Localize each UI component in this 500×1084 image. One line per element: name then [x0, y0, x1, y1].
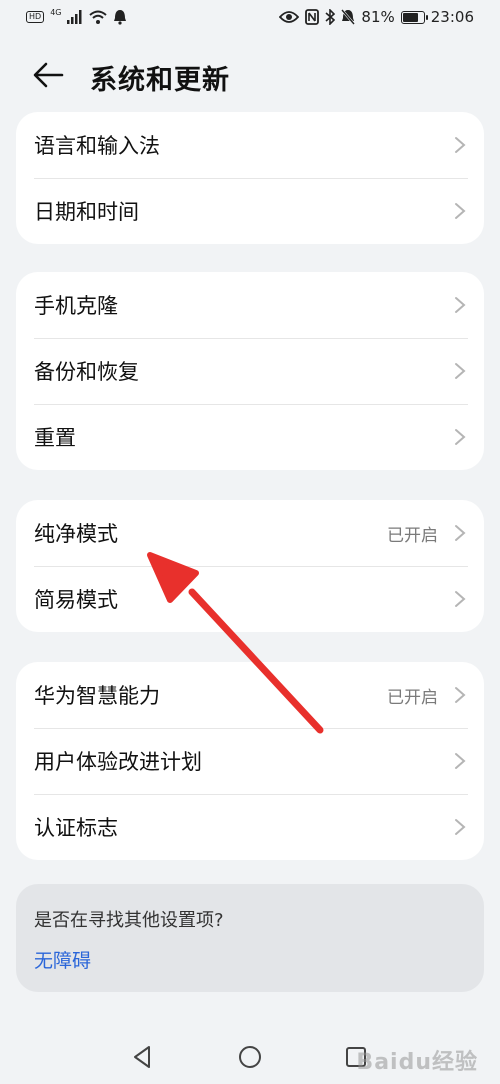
- row-label: 备份和恢复: [34, 360, 139, 384]
- chevron-right-icon: [455, 297, 466, 313]
- settings-row-pure-mode[interactable]: 纯净模式 已开启: [16, 500, 484, 566]
- settings-row-user-experience[interactable]: 用户体验改进计划: [16, 728, 484, 794]
- chevron-right-icon: [455, 819, 466, 835]
- settings-row-reset[interactable]: 重置: [16, 404, 484, 470]
- row-label: 简易模式: [34, 588, 118, 612]
- mute-bell-icon: [341, 9, 356, 25]
- chevron-right-icon: [455, 137, 466, 153]
- notification-icon: [114, 10, 127, 25]
- suggestion-question: 是否在寻找其他设置项?: [34, 910, 224, 931]
- status-value: 已开启: [387, 525, 438, 546]
- settings-group-modes: 纯净模式 已开启 简易模式: [16, 500, 484, 632]
- row-label: 手机克隆: [34, 294, 118, 318]
- settings-row-backup-restore[interactable]: 备份和恢复: [16, 338, 484, 404]
- chevron-right-icon: [455, 363, 466, 379]
- chevron-right-icon: [455, 525, 466, 541]
- battery-icon: [400, 10, 428, 24]
- back-triangle-icon[interactable]: [128, 1042, 158, 1072]
- clock: 23:06: [430, 8, 474, 26]
- suggestion-card: 是否在寻找其他设置项? 无障碍: [16, 884, 484, 992]
- status-right: 81% 23:06: [279, 8, 474, 26]
- settings-row-language-input[interactable]: 语言和输入法: [16, 112, 484, 178]
- chevron-right-icon: [455, 591, 466, 607]
- row-label: 重置: [34, 426, 76, 450]
- navigation-bar: Baidu经验: [0, 1030, 500, 1084]
- back-arrow-icon[interactable]: [32, 58, 66, 92]
- row-label: 日期和时间: [34, 200, 139, 224]
- hd-badge: HD: [26, 11, 45, 23]
- settings-row-phone-clone[interactable]: 手机克隆: [16, 272, 484, 338]
- home-circle-icon[interactable]: [235, 1042, 265, 1072]
- status-bar: HD 4G 81% 23:06: [0, 0, 500, 36]
- status-value: 已开启: [387, 687, 438, 708]
- settings-group-language: 语言和输入法 日期和时间: [16, 112, 484, 244]
- chevron-right-icon: [455, 203, 466, 219]
- chevron-right-icon: [455, 429, 466, 445]
- settings-row-simple-mode[interactable]: 简易模式: [16, 566, 484, 632]
- nfc-icon: [305, 9, 320, 25]
- network-type: 4G: [50, 7, 62, 17]
- settings-row-huawei-ai[interactable]: 华为智慧能力 已开启: [16, 662, 484, 728]
- settings-group-backup: 手机克隆 备份和恢复 重置: [16, 272, 484, 470]
- settings-group-huawei: 华为智慧能力 已开启 用户体验改进计划 认证标志: [16, 662, 484, 860]
- battery-level: [402, 12, 419, 22]
- page-title: 系统和更新: [90, 65, 230, 96]
- bluetooth-icon: [325, 9, 336, 25]
- eye-icon: [279, 11, 300, 23]
- row-label: 语言和输入法: [34, 134, 160, 158]
- row-label: 认证标志: [34, 816, 118, 840]
- settings-row-date-time[interactable]: 日期和时间: [16, 178, 484, 244]
- status-left: HD 4G: [26, 7, 127, 25]
- row-label: 华为智慧能力: [34, 684, 160, 708]
- chevron-right-icon: [455, 753, 466, 769]
- row-label: 用户体验改进计划: [34, 750, 202, 774]
- battery-percent: 81%: [361, 8, 395, 26]
- chevron-right-icon: [455, 687, 466, 703]
- wifi-icon: [89, 10, 108, 24]
- watermark: Baidu经验: [356, 1050, 478, 1075]
- accessibility-link[interactable]: 无障碍: [34, 946, 91, 973]
- row-label: 纯净模式: [34, 522, 118, 546]
- page-header: 系统和更新: [0, 50, 500, 100]
- settings-row-certification[interactable]: 认证标志: [16, 794, 484, 860]
- signal-icon: [67, 10, 82, 24]
